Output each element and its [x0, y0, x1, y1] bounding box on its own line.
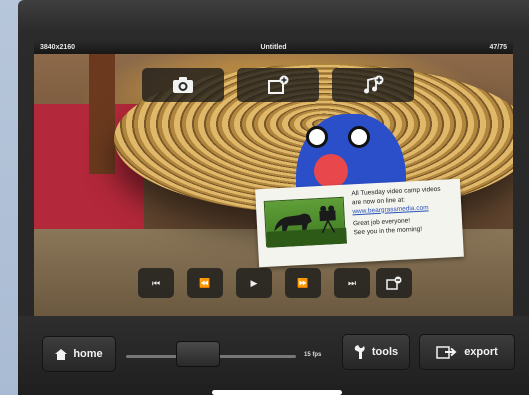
delete-frame-icon [386, 276, 402, 290]
fps-label: 15 fps [304, 352, 322, 358]
camera-icon [173, 77, 193, 93]
fast-forward-button[interactable]: ⏩ [285, 268, 321, 298]
play-button[interactable]: ▶ [236, 268, 272, 298]
export-button[interactable]: export [419, 334, 515, 370]
camera-button[interactable] [142, 68, 224, 102]
bottom-toolbar: home 15 fps tools export [18, 316, 529, 395]
last-frame-button[interactable]: ⏭ [334, 268, 370, 298]
first-frame-button[interactable]: ⏮ [138, 268, 174, 298]
tools-button[interactable]: tools [342, 334, 410, 370]
card-text: All Tuesday video camp videos are now on… [351, 186, 444, 257]
home-button[interactable]: home [42, 336, 116, 372]
add-music-button[interactable] [332, 68, 414, 102]
rewind-button[interactable]: ⏪ [187, 268, 223, 298]
rewind-icon: ⏪ [199, 277, 211, 288]
puppet-eye [306, 126, 328, 148]
home-icon [55, 348, 68, 360]
project-title: Untitled [260, 43, 287, 51]
skip-to-end-icon: ⏭ [347, 277, 357, 288]
scene-doorframe [89, 54, 115, 174]
delete-frame-button[interactable] [376, 268, 412, 298]
skip-to-start-icon: ⏮ [151, 277, 161, 288]
bear-camera-logo [263, 196, 348, 248]
export-icon [436, 346, 457, 359]
home-indicator [212, 390, 342, 395]
bear-silhouette-icon [266, 205, 348, 248]
export-label: export [464, 346, 498, 358]
tools-label: tools [371, 346, 399, 358]
wrench-icon [354, 345, 365, 359]
puppet-eye [348, 126, 370, 148]
fps-slider-thumb[interactable] [176, 341, 221, 367]
puppet-nose [314, 154, 348, 188]
info-card: All Tuesday video camp videos are now on… [255, 178, 464, 268]
frame-viewer[interactable]: All Tuesday video camp videos are now on… [34, 54, 513, 316]
top-status-bar: 3840x2160 Untitled 47/75 [34, 40, 513, 54]
add-music-icon [364, 75, 384, 94]
add-frame-icon [268, 75, 289, 94]
home-label: home [73, 348, 103, 360]
fast-forward-icon: ⏩ [297, 277, 309, 288]
play-icon: ▶ [250, 277, 258, 288]
resolution-label: 3840x2160 [40, 43, 76, 51]
frame-counter: 47/75 [489, 43, 507, 51]
add-frame-button[interactable] [237, 68, 319, 102]
